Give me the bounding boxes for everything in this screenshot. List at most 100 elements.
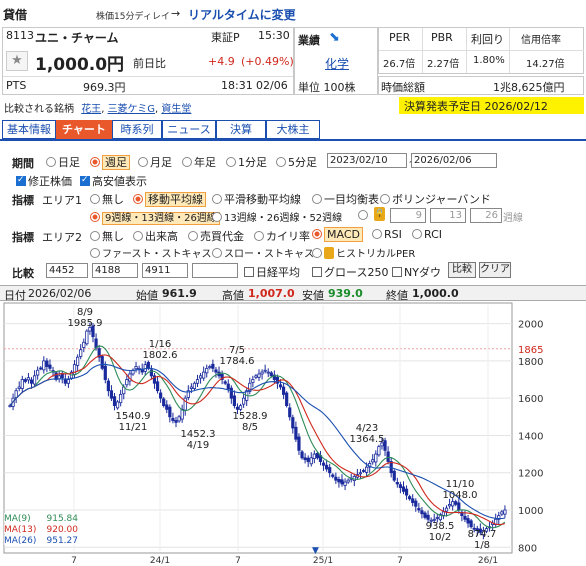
compare-growth-checkbox[interactable]: グロース250: [312, 264, 388, 280]
area1-none[interactable]: 無し: [90, 191, 124, 207]
sector-link[interactable]: 化学: [325, 55, 349, 72]
candle-body: [26, 377, 31, 381]
candle-body: [441, 511, 446, 516]
x-tick-label: 24/1: [150, 556, 170, 566]
date-from-input[interactable]: 2023/02/10: [327, 153, 407, 168]
period-yearly[interactable]: 年足: [182, 154, 216, 170]
realtime-link[interactable]: リアルタイムに変更: [188, 6, 296, 23]
period-weekly[interactable]: 週足: [90, 154, 130, 170]
area2-none[interactable]: 無し: [90, 228, 124, 244]
candle-body: [392, 470, 396, 481]
pbr-value: 2.27倍: [427, 59, 460, 70]
high-low-checkbox[interactable]: 高安値表示: [80, 173, 147, 189]
candle-body: [177, 416, 181, 422]
area1-ichimoku[interactable]: 一目均衡表: [312, 191, 379, 207]
area2-deviation[interactable]: カイリ率: [254, 228, 310, 244]
tab-chart[interactable]: チャート: [56, 120, 112, 139]
annotation-value: 1048.0: [443, 490, 478, 501]
candle-body: [79, 349, 83, 357]
stock-name: ユニ・チャーム: [35, 31, 119, 45]
price-chart[interactable]: 8/91985.9 1/161802.6 7/51784.6 1540.911/21 1…: [0, 301, 586, 566]
candle-body: [119, 394, 123, 404]
area2-slow-stochastics[interactable]: スロー・ストキャス: [212, 245, 314, 260]
ma-set-2[interactable]: 13週線・26週線・52週線: [212, 209, 342, 224]
annotation-date: 7/5: [229, 345, 245, 356]
area1-bollinger[interactable]: ボリンジャーバンド: [380, 191, 491, 207]
compare-code-4[interactable]: [192, 263, 238, 278]
ma-custom-radio[interactable]: [358, 209, 370, 222]
area2-fast-stochastics[interactable]: ファースト・ストキャス: [90, 245, 212, 260]
period-1min[interactable]: 1分足: [226, 154, 267, 170]
compare-nikkei-checkbox[interactable]: 日経平均: [244, 264, 300, 280]
candle-body: [226, 383, 230, 390]
pts-time: 18:31: [221, 79, 253, 92]
area2-rci[interactable]: RCI: [412, 228, 442, 241]
candle-body: [321, 462, 326, 466]
candle-body: [386, 451, 390, 462]
annotation-date: 1528.9: [233, 411, 268, 422]
compare-link-shiseido[interactable]: 資生堂: [161, 104, 191, 115]
area2-turnover[interactable]: 売買代金: [188, 228, 244, 244]
clear-button[interactable]: クリア: [479, 262, 511, 278]
period-label: 期間: [12, 157, 34, 170]
ma-custom-2[interactable]: 13: [430, 208, 466, 223]
compare-nydow-checkbox[interactable]: NYダウ: [392, 264, 441, 280]
compare-link-kao[interactable]: 花王: [81, 104, 101, 115]
candle-body: [263, 369, 267, 372]
candle-body: [500, 511, 504, 515]
candle-body: [358, 472, 363, 475]
candle-body: [417, 508, 421, 511]
sector-label: 業績: [298, 34, 320, 47]
annotation-value: 1985.9: [68, 318, 103, 329]
candle-body: [146, 362, 150, 369]
change-percent: (+0.49%): [241, 55, 294, 68]
candle-body: [235, 406, 240, 410]
area2-volume[interactable]: 出来高: [133, 228, 178, 244]
area1-smoothed-ma[interactable]: 平滑移動平均線: [212, 191, 301, 207]
area2-rsi[interactable]: RSI: [372, 228, 402, 241]
annotation-date: 1452.3: [181, 429, 216, 440]
ma-custom-3[interactable]: 26: [470, 208, 502, 223]
ma-set-1[interactable]: 9週線・13週線・26週線: [90, 209, 220, 225]
period-daily[interactable]: 日足: [46, 154, 80, 170]
sector-box: 業績 ⬊ 化学 単位 100株: [294, 27, 378, 95]
quote-time: 15:30: [258, 29, 290, 42]
annotation-date: 11/10: [446, 479, 475, 490]
ma-custom-1[interactable]: 9: [390, 208, 426, 223]
tab-time-series[interactable]: 時系列: [112, 120, 162, 139]
marker-triangle: ▼: [312, 546, 319, 556]
area2-macd[interactable]: MACD: [312, 227, 363, 242]
candle-body: [229, 387, 233, 399]
candle-body: [103, 365, 107, 380]
compare-code-2[interactable]: 4188: [92, 263, 138, 278]
date-to-input[interactable]: 2026/02/06: [411, 153, 497, 168]
compare-link-mitsubishi[interactable]: 三菱ケミG: [108, 104, 155, 115]
candle-body: [340, 479, 344, 485]
stock-price: 1,000.0円: [35, 55, 125, 75]
candle-body: [112, 396, 117, 407]
tab-basic-info[interactable]: 基本情報: [2, 120, 56, 139]
compare-code-3[interactable]: 4911: [142, 263, 188, 278]
favorite-star-icon[interactable]: ★: [6, 51, 28, 71]
candle-body: [180, 408, 184, 420]
compare-button[interactable]: 比較: [448, 262, 476, 278]
adjusted-price-checkbox[interactable]: 修正株価: [16, 173, 72, 189]
margin-ratio-value: 14.27倍: [526, 59, 565, 70]
candle-body: [325, 464, 329, 470]
tab-news[interactable]: ニュース: [162, 120, 216, 139]
period-monthly[interactable]: 月足: [138, 154, 172, 170]
compare-code-1[interactable]: 4452: [46, 263, 88, 278]
period-5min[interactable]: 5分足: [276, 154, 317, 170]
area1-label: エリア1: [42, 194, 82, 207]
area2-historical-per[interactable]: ヒストリカルPER: [312, 245, 415, 260]
tab-major-shareholders[interactable]: 大株主: [266, 120, 320, 139]
candle-body: [281, 386, 286, 395]
candle-body: [466, 518, 470, 524]
area1-moving-average[interactable]: 移動平均線: [133, 191, 206, 207]
candle-body: [269, 372, 273, 377]
earnings-date: 決算発表予定日 2026/02/12: [404, 100, 548, 113]
candle-body: [257, 373, 261, 378]
tab-earnings[interactable]: 決算: [216, 120, 266, 139]
candle-body: [174, 420, 178, 423]
candle-body: [401, 486, 406, 492]
